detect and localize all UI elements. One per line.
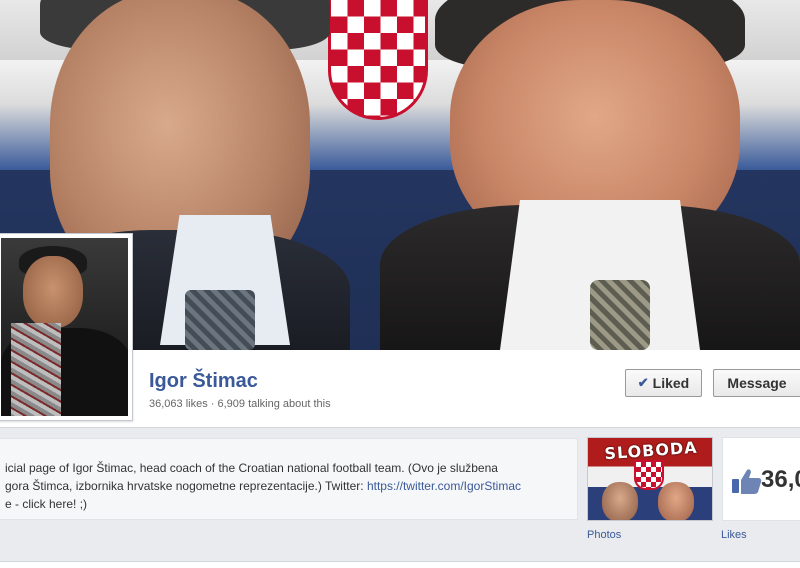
cover-person-right	[380, 0, 800, 350]
about-box: icial page of Igor Štimac, head coach of…	[0, 438, 578, 520]
profile-picture[interactable]	[0, 233, 133, 421]
message-button[interactable]: Message	[713, 369, 800, 397]
liked-button-label: Liked	[652, 375, 690, 391]
photos-thumbnail-shield	[634, 460, 664, 490]
about-line-2: gora Štimca, izbornika hrvatske nogometn…	[5, 477, 577, 495]
thumbs-up-icon	[732, 469, 762, 494]
photos-thumbnail-face-right	[658, 482, 694, 520]
page-title[interactable]: Igor Štimac	[149, 370, 258, 393]
likes-link[interactable]: Likes	[721, 529, 747, 541]
photos-thumbnail-face-left	[602, 482, 638, 520]
liked-button[interactable]: ✔ Liked	[625, 369, 702, 397]
page-stats: 36,063 likes · 6,909 talking about this	[149, 398, 331, 410]
about-line-3[interactable]: e - click here! ;)	[5, 495, 577, 513]
twitter-link[interactable]: https://twitter.com/IgorStimac	[367, 479, 521, 493]
photos-thumbnail[interactable]: SLOBODA	[587, 437, 713, 521]
profile-face	[23, 256, 83, 328]
profile-picture-image	[1, 238, 128, 416]
likes-box[interactable]: 36,0	[722, 437, 800, 521]
message-button-label: Message	[727, 375, 787, 391]
profile-scarf	[11, 323, 61, 416]
about-text: icial page of Igor Štimac, head coach of…	[5, 459, 577, 513]
cover-person-right-tie	[590, 280, 650, 350]
cover-person-left-tie	[185, 290, 255, 350]
about-line-2-text: gora Štimca, izbornika hrvatske nogometn…	[5, 479, 367, 493]
about-line-1: icial page of Igor Štimac, head coach of…	[5, 461, 498, 475]
likes-count: 36,0	[761, 466, 800, 493]
photos-link[interactable]: Photos	[587, 529, 621, 541]
bottom-strip	[0, 561, 800, 568]
check-icon: ✔	[637, 375, 649, 390]
